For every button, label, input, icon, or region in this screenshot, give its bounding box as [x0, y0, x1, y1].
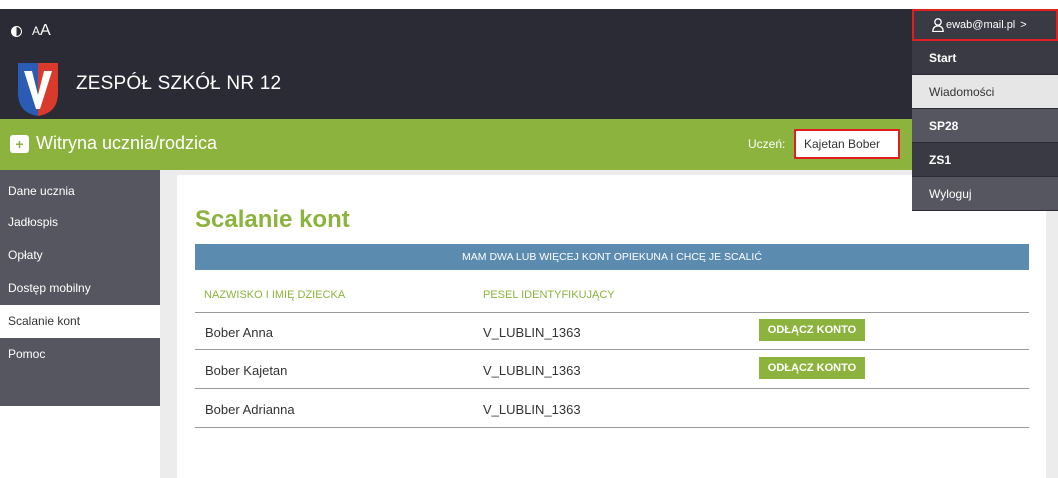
menu-item-wyloguj[interactable]: Wyloguj	[912, 177, 1058, 211]
child-pesel: V_LUBLIN_1363	[483, 402, 581, 417]
sidebar-item-dane-ucznia[interactable]: Dane ucznia	[0, 170, 160, 206]
portal-bar: + Witryna ucznia/rodzica Uczeń: Kajetan …	[0, 119, 1058, 170]
table-banner: MAM DWA LUB WIĘCEJ KONT OPIEKUNA I CHCĘ …	[195, 244, 1029, 270]
font-size-toggle[interactable]: AA	[32, 22, 51, 40]
table-row: Bober Adrianna V_LUBLIN_1363	[195, 390, 1029, 428]
student-label: Uczeń:	[748, 137, 786, 151]
portal-title: Witryna ucznia/rodzica	[36, 133, 218, 153]
top-header: AA ZESPÓŁ SZKÓŁ NR 12	[0, 9, 1058, 119]
sidebar: Dane ucznia Jadłospis Opłaty Dostęp mobi…	[0, 170, 160, 406]
table-row: Bober Kajetan V_LUBLIN_1363 ODŁĄCZ KONTO	[195, 351, 1029, 389]
child-pesel: V_LUBLIN_1363	[483, 363, 581, 378]
child-pesel: V_LUBLIN_1363	[483, 325, 581, 340]
sidebar-item-jadlospis[interactable]: Jadłospis	[0, 206, 160, 239]
contrast-icon[interactable]	[11, 25, 22, 37]
sidebar-item-pomoc[interactable]: Pomoc	[0, 338, 160, 406]
menu-item-start[interactable]: Start	[912, 41, 1058, 75]
menu-item-wiadomosci[interactable]: Wiadomości	[912, 75, 1058, 109]
table-row: Bober Anna V_LUBLIN_1363 ODŁĄCZ KONTO	[195, 312, 1029, 350]
disconnect-account-button[interactable]: ODŁĄCZ KONTO	[759, 319, 865, 341]
font-small-label: A	[32, 24, 41, 38]
page-title: Scalanie kont	[195, 206, 350, 233]
accessibility-tools: AA	[11, 22, 51, 40]
child-name: Bober Anna	[205, 325, 273, 340]
column-header-name: NAZWISKO I IMIĘ DZIECKA	[204, 289, 346, 301]
user-icon	[932, 18, 944, 32]
child-name: Bober Adrianna	[205, 402, 295, 417]
font-large-label: A	[40, 22, 51, 39]
disconnect-account-button[interactable]: ODŁĄCZ KONTO	[759, 357, 865, 379]
user-dropdown-menu: ewab@mail.pl > Start Wiadomości SP28 ZS1…	[912, 9, 1058, 211]
school-logo-icon	[18, 63, 58, 116]
menu-item-zs1[interactable]: ZS1	[912, 143, 1058, 177]
child-name: Bober Kajetan	[205, 363, 288, 378]
sidebar-item-oplaty[interactable]: Opłaty	[0, 239, 160, 272]
user-account-button[interactable]: ewab@mail.pl >	[912, 9, 1058, 41]
portal-chat-icon: +	[10, 135, 29, 153]
school-name: ZESPÓŁ SZKÓŁ NR 12	[76, 73, 282, 94]
student-selector[interactable]: Kajetan Bober	[794, 129, 900, 159]
user-email: ewab@mail.pl	[946, 19, 1016, 31]
menu-item-sp28[interactable]: SP28	[912, 109, 1058, 143]
sidebar-item-scalanie-kont[interactable]: Scalanie kont	[0, 305, 160, 338]
chevron-right-icon: >	[1020, 19, 1027, 31]
sidebar-item-dostep-mobilny[interactable]: Dostęp mobilny	[0, 272, 160, 305]
column-header-pesel: PESEL IDENTYFIKUJĄCY	[483, 289, 615, 301]
